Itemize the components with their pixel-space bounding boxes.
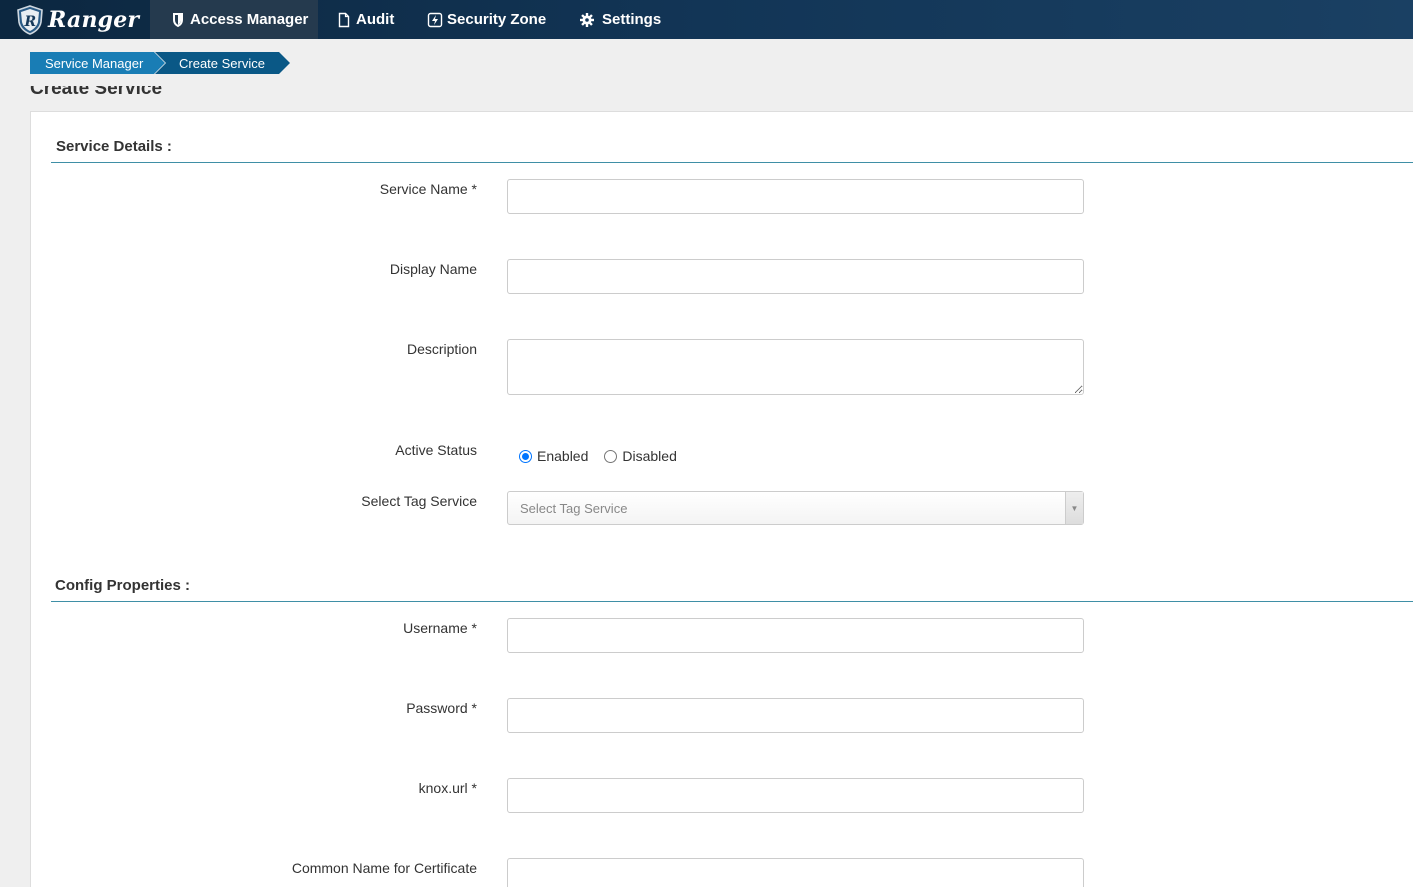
breadcrumb-create-service: Create Service <box>155 52 290 74</box>
nav-audit-label: Audit <box>356 11 395 28</box>
username-label: Username * <box>403 620 477 636</box>
display-name-input[interactable] <box>507 259 1084 294</box>
enabled-radio[interactable] <box>519 449 532 463</box>
common-name-label: Common Name for Certificate <box>291 860 477 876</box>
description-textarea[interactable] <box>507 339 1084 395</box>
nav-security-zone-label: Security Zone <box>447 11 547 28</box>
nav-access-manager-label: Access Manager <box>190 11 309 28</box>
common-name-input[interactable] <box>507 858 1084 887</box>
username-input[interactable] <box>507 618 1084 653</box>
display-name-label: Display Name <box>389 261 477 277</box>
ranger-logo-icon: R <box>17 4 43 35</box>
tag-service-select[interactable]: Select Tag Service ▼ <box>507 491 1084 525</box>
knox-url-input[interactable] <box>507 778 1084 813</box>
bolt-icon <box>427 12 443 27</box>
service-name-label: Service Name * <box>379 181 477 197</box>
nav-access-manager[interactable]: Access Manager <box>150 0 318 39</box>
top-navbar: R Ranger Access Manager Audit Security Z… <box>0 0 1413 39</box>
disabled-radio[interactable] <box>604 449 618 463</box>
chevron-down-icon[interactable]: ▼ <box>1065 492 1083 524</box>
create-service-form: Service Details : Service Name * Display… <box>30 111 1413 887</box>
tag-service-placeholder: Select Tag Service <box>520 500 628 516</box>
tag-service-label: Select Tag Service <box>361 493 477 509</box>
disabled-radio-label[interactable]: Disabled <box>622 448 676 464</box>
ranger-brand[interactable]: R Ranger <box>0 0 150 39</box>
file-icon <box>338 12 350 27</box>
nav-settings[interactable]: Settings <box>579 0 661 39</box>
gear-icon <box>580 12 594 27</box>
breadcrumb-label: Create Service <box>179 55 265 71</box>
active-status-radio-group: Enabled Disabled <box>519 448 693 464</box>
breadcrumb-label: Service Manager <box>45 55 144 71</box>
active-status-label: Active Status <box>395 442 477 458</box>
page-title-wrap: Create Service <box>30 86 230 97</box>
nav-settings-label: Settings <box>602 11 662 28</box>
page-title: Create Service <box>30 86 163 97</box>
password-input[interactable] <box>507 698 1084 733</box>
config-properties-title: Config Properties : <box>55 577 191 594</box>
brand-name: Ranger <box>48 6 140 33</box>
shield-icon <box>173 12 183 27</box>
knox-url-label: knox.url * <box>418 780 477 796</box>
section-divider <box>51 162 1413 163</box>
enabled-radio-label[interactable]: Enabled <box>537 448 588 464</box>
description-label: Description <box>406 341 477 357</box>
service-details-title: Service Details : <box>56 138 172 155</box>
nav-audit[interactable]: Audit <box>336 0 394 39</box>
nav-security-zone[interactable]: Security Zone <box>427 0 546 39</box>
service-name-input[interactable] <box>507 179 1084 214</box>
section-divider <box>51 601 1413 602</box>
svg-text:R: R <box>24 14 37 30</box>
breadcrumb-service-manager[interactable]: Service Manager <box>30 52 165 74</box>
password-label: Password * <box>406 700 477 716</box>
